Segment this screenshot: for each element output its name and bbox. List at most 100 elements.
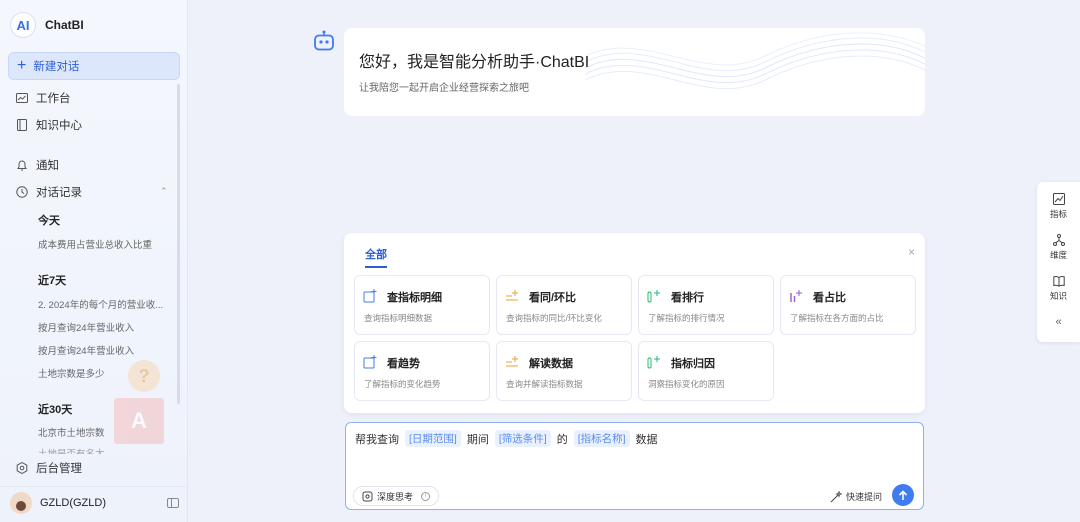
history-item[interactable]: 2. 2024年的每个月的营业收... — [38, 297, 170, 311]
question-illustration: ? — [128, 360, 160, 392]
app-name: ChatBI — [45, 18, 84, 32]
close-icon[interactable]: × — [908, 245, 915, 259]
user-name: GZLD(GZLD) — [40, 497, 106, 509]
prompt-text: 期间 — [466, 433, 489, 446]
skill-desc: 查询并解读指标数据 — [506, 379, 583, 389]
skill-card-interpret[interactable]: 解读数据 查询并解读指标数据 — [496, 341, 632, 401]
book-icon — [16, 119, 28, 131]
skill-desc: 了解指标的变化趋势 — [364, 379, 441, 389]
sidebar-item-knowledge[interactable]: 知识中心 — [16, 117, 82, 133]
attribution-icon — [647, 356, 660, 369]
chat-input[interactable]: 帮我查询 [日期范围] 期间 [筛选条件] 的 [指标名称] 数据 深度思考 i… — [345, 422, 924, 510]
welcome-subtitle: 让我陪您一起开启企业经营探索之旅吧 — [359, 83, 529, 94]
sidebar-item-workbench[interactable]: 工作台 — [16, 90, 71, 106]
filter-slot[interactable]: [筛选条件] — [494, 430, 551, 447]
sidebar-item-label: 对话记录 — [36, 187, 82, 199]
prompt-text: 的 — [556, 433, 568, 446]
history-item[interactable]: 北京市土地宗数 — [38, 425, 170, 439]
sidebar-item-label: 通知 — [36, 160, 59, 172]
skill-card-compare[interactable]: 看同/环比 查询指标的同比/环比变化 — [496, 275, 632, 335]
sidebar-item-label: 知识中心 — [36, 120, 82, 132]
skill-title: 指标归因 — [671, 358, 715, 370]
skill-desc: 查询指标的同比/环比变化 — [506, 313, 602, 323]
sidebar-item-label: 工作台 — [36, 93, 71, 105]
rail-item-knowledge[interactable]: 知识 — [1037, 275, 1080, 302]
welcome-card: 您好，我是智能分析助手·ChatBI 让我陪您一起开启企业经营探索之旅吧 — [344, 28, 925, 116]
quick-ask-button[interactable]: 快速提问 — [830, 490, 882, 503]
tab-all[interactable]: 全部 — [365, 246, 387, 268]
divider — [0, 486, 188, 487]
atom-icon — [362, 491, 373, 501]
new-chat-label: 新建对话 — [33, 61, 80, 73]
metric-slot[interactable]: [指标名称] — [573, 430, 630, 447]
skill-desc: 洞察指标变化的原因 — [648, 379, 725, 389]
date-range-slot[interactable]: [日期范围] — [405, 430, 461, 447]
deep-think-toggle[interactable]: 深度思考 i — [353, 486, 440, 506]
robot-icon — [313, 30, 335, 55]
info-icon[interactable]: i — [421, 491, 431, 501]
logo-icon: AI — [10, 12, 36, 38]
skill-title: 查指标明细 — [387, 292, 442, 304]
skill-desc: 了解指标的排行情况 — [648, 313, 725, 323]
interpret-icon — [506, 356, 518, 367]
welcome-title: 您好，我是智能分析助手·ChatBI — [359, 54, 590, 71]
rail-label: 指标 — [1049, 209, 1067, 219]
bell-icon — [16, 159, 28, 171]
sidebar-item-notifications[interactable]: 通知 — [16, 157, 59, 173]
dashboard-icon — [16, 92, 28, 104]
open-book-icon — [1052, 276, 1065, 287]
history-group-title: 今天 — [38, 215, 60, 227]
rail-item-metrics[interactable]: 指标 — [1037, 193, 1080, 220]
history-item[interactable]: 按月查询24年营业收入 — [38, 343, 170, 357]
quick-ask-label: 快速提问 — [846, 492, 883, 502]
skill-title: 看占比 — [813, 292, 846, 304]
sidebar-item-history[interactable]: 对话记录 — [16, 184, 82, 200]
sidebar: AI ChatBI + 新建对话 工作台 知识中心 通知 对话记录 ⌃ 今天 成… — [0, 0, 188, 522]
history-group-title: 近7天 — [38, 275, 67, 287]
history-item[interactable]: 成本费用占营业总收入比重 — [38, 237, 170, 251]
skills-panel: 全部 × 查指标明细 查询指标明细数据 看同/环比 查询指标的同比/环比变化 看… — [344, 233, 925, 413]
user-profile[interactable]: GZLD(GZLD) — [10, 492, 106, 514]
skill-title: 看趋势 — [387, 358, 420, 370]
arrow-up-icon — [898, 489, 908, 500]
settings-icon — [16, 462, 28, 474]
skill-card-share[interactable]: 看占比 了解指标在各方面的占比 — [780, 275, 916, 335]
history-item[interactable]: 土地是否有名太 — [38, 446, 170, 454]
prompt-text: 数据 — [635, 433, 658, 446]
skill-card-attribution[interactable]: 指标归因 洞察指标变化的原因 — [638, 341, 774, 401]
new-chat-button[interactable]: + 新建对话 — [8, 52, 180, 80]
rank-icon — [647, 290, 660, 303]
avatar — [10, 492, 32, 514]
clock-icon — [16, 186, 28, 198]
share-icon — [790, 290, 802, 302]
history-item[interactable]: 按月查询24年营业收入 — [38, 320, 170, 334]
send-button[interactable] — [892, 484, 914, 506]
sidebar-item-admin[interactable]: 后台管理 — [14, 460, 174, 476]
sidebar-item-label: 后台管理 — [36, 463, 82, 475]
wave-decoration — [585, 32, 925, 90]
rail-label: 维度 — [1049, 250, 1067, 260]
skill-card-rank[interactable]: 看排行 了解指标的排行情况 — [638, 275, 774, 335]
brand[interactable]: AI ChatBI — [10, 12, 84, 38]
skill-title: 看同/环比 — [529, 292, 577, 304]
sidebar-toggle-icon[interactable] — [167, 498, 179, 508]
right-toolbar: 指标 维度 知识 « — [1037, 182, 1080, 342]
skill-card-detail[interactable]: 查指标明细 查询指标明细数据 — [354, 275, 490, 335]
prompt-template[interactable]: 帮我查询 [日期范围] 期间 [筛选条件] 的 [指标名称] 数据 — [355, 430, 658, 447]
trend-icon — [363, 355, 377, 369]
collapse-panel-icon[interactable]: « — [1037, 316, 1080, 328]
skill-card-trend[interactable]: 看趋势 了解指标的变化趋势 — [354, 341, 490, 401]
rail-label: 知识 — [1049, 291, 1067, 301]
skill-title: 看排行 — [671, 292, 704, 304]
hierarchy-icon — [1052, 234, 1065, 246]
magic-wand-icon — [830, 490, 842, 502]
chevron-up-icon[interactable]: ⌃ — [160, 186, 168, 197]
compare-icon — [506, 290, 518, 301]
chart-icon — [1052, 193, 1065, 205]
rail-item-dimensions[interactable]: 维度 — [1037, 234, 1080, 261]
sidebar-scrollbar[interactable] — [177, 84, 180, 404]
history-group-title: 近30天 — [38, 404, 73, 416]
add-chart-icon — [363, 289, 377, 303]
skill-desc: 查询指标明细数据 — [364, 313, 433, 323]
deep-think-label: 深度思考 — [377, 491, 414, 502]
